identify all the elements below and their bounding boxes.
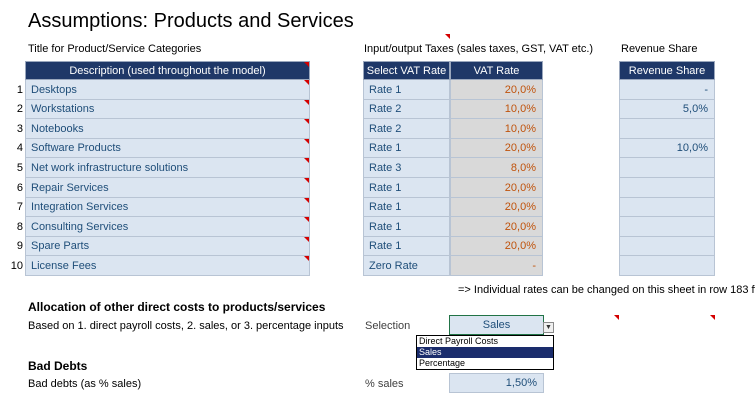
selection-label: Selection bbox=[365, 320, 411, 332]
bad-debts-label: % sales bbox=[365, 378, 404, 390]
vat-rate-cell: 20,0% bbox=[450, 139, 543, 158]
row-number: 7 bbox=[16, 201, 23, 213]
vat-rate-cell: 20,0% bbox=[450, 80, 543, 100]
rates-note: => Individual rates can be changed on th… bbox=[458, 284, 755, 296]
row-number: 10 bbox=[10, 260, 23, 272]
bad-debts-heading: Bad Debts bbox=[28, 359, 88, 373]
revenue-share-cell[interactable] bbox=[619, 158, 715, 178]
vat-rate-cell: 20,0% bbox=[450, 237, 543, 256]
vat-rate-cell: 10,0% bbox=[450, 119, 543, 139]
row-number: 3 bbox=[16, 123, 23, 135]
product-description-cell[interactable]: Software Products bbox=[25, 139, 310, 158]
vat-select-cell[interactable]: Zero Rate bbox=[363, 256, 450, 276]
vat-select-cell[interactable]: Rate 2 bbox=[363, 119, 450, 139]
column-header-revenue-share: Revenue Share bbox=[619, 61, 715, 80]
column-header-select-vat: Select VAT Rate bbox=[363, 61, 450, 80]
vat-select-cell[interactable]: Rate 1 bbox=[363, 139, 450, 158]
dropdown-option-sales[interactable]: Sales bbox=[417, 347, 553, 358]
product-description-cell[interactable]: Spare Parts bbox=[25, 237, 310, 256]
bad-debts-description: Bad debts (as % sales) bbox=[28, 378, 142, 390]
vat-select-cell[interactable]: Rate 3 bbox=[363, 158, 450, 178]
vat-rate-cell: 20,0% bbox=[450, 198, 543, 217]
product-description-cell[interactable]: Repair Services bbox=[25, 178, 310, 198]
comment-marker[interactable] bbox=[445, 34, 450, 39]
vat-select-cell[interactable]: Rate 2 bbox=[363, 100, 450, 119]
product-description-cell[interactable]: Workstations bbox=[25, 100, 310, 119]
comment-marker[interactable] bbox=[710, 315, 715, 320]
row-number: 4 bbox=[16, 142, 23, 154]
vat-select-cell[interactable]: Rate 1 bbox=[363, 178, 450, 198]
selection-cell[interactable]: Sales bbox=[449, 315, 544, 335]
vat-select-cell[interactable]: Rate 1 bbox=[363, 198, 450, 217]
chevron-down-icon[interactable]: ▼ bbox=[543, 322, 554, 333]
allocation-description: Based on 1. direct payroll costs, 2. sal… bbox=[28, 320, 344, 332]
taxes-heading: Input/output Taxes (sales taxes, GST, VA… bbox=[364, 43, 594, 55]
revenue-heading: Revenue Share bbox=[621, 43, 698, 55]
row-number: 5 bbox=[16, 162, 23, 174]
vat-rate-cell: 10,0% bbox=[450, 100, 543, 119]
row-number: 6 bbox=[16, 182, 23, 194]
product-description-cell[interactable]: Notebooks bbox=[25, 119, 310, 139]
row-number: 1 bbox=[16, 84, 23, 96]
vat-select-cell[interactable]: Rate 1 bbox=[363, 237, 450, 256]
revenue-share-cell[interactable]: - bbox=[619, 80, 715, 100]
vat-select-cell[interactable]: Rate 1 bbox=[363, 80, 450, 100]
page-title: Assumptions: Products and Services bbox=[28, 10, 354, 32]
row-number: 9 bbox=[16, 240, 23, 252]
row-number: 2 bbox=[16, 103, 23, 115]
selection-dropdown-list: Direct Payroll Costs Sales Percentage bbox=[416, 335, 554, 370]
revenue-share-cell[interactable] bbox=[619, 119, 715, 139]
vat-rate-cell: 20,0% bbox=[450, 178, 543, 198]
revenue-share-cell[interactable] bbox=[619, 237, 715, 256]
bad-debts-value[interactable]: 1,50% bbox=[449, 373, 544, 393]
vat-select-cell[interactable]: Rate 1 bbox=[363, 217, 450, 237]
product-description-cell[interactable]: Net work infrastructure solutions bbox=[25, 158, 310, 178]
product-description-cell[interactable]: Integration Services bbox=[25, 198, 310, 217]
dropdown-option-direct-payroll[interactable]: Direct Payroll Costs bbox=[417, 336, 553, 347]
revenue-share-cell[interactable] bbox=[619, 198, 715, 217]
column-header-vat-rate: VAT Rate bbox=[450, 61, 543, 80]
revenue-share-cell[interactable]: 5,0% bbox=[619, 100, 715, 119]
categories-heading: Title for Product/Service Categories bbox=[28, 43, 202, 55]
row-number: 8 bbox=[16, 221, 23, 233]
revenue-share-cell[interactable] bbox=[619, 217, 715, 237]
allocation-heading: Allocation of other direct costs to prod… bbox=[28, 300, 326, 314]
product-description-cell[interactable]: License Fees bbox=[25, 256, 310, 276]
vat-rate-cell: - bbox=[450, 256, 543, 276]
revenue-share-cell[interactable] bbox=[619, 178, 715, 198]
dropdown-option-percentage[interactable]: Percentage bbox=[417, 358, 553, 369]
column-header-description: Description (used throughout the model) bbox=[25, 61, 310, 80]
comment-marker[interactable] bbox=[614, 315, 619, 320]
product-description-cell[interactable]: Consulting Services bbox=[25, 217, 310, 237]
revenue-share-cell[interactable]: 10,0% bbox=[619, 139, 715, 158]
vat-rate-cell: 20,0% bbox=[450, 217, 543, 237]
vat-rate-cell: 8,0% bbox=[450, 158, 543, 178]
revenue-share-cell[interactable] bbox=[619, 256, 715, 276]
product-description-cell[interactable]: Desktops bbox=[25, 80, 310, 100]
